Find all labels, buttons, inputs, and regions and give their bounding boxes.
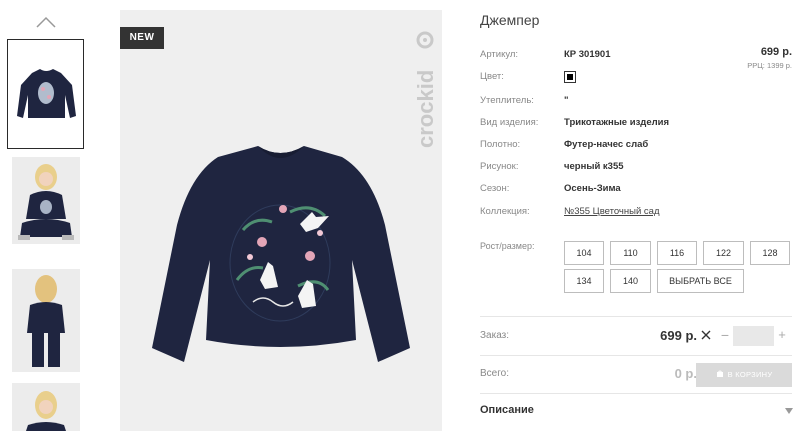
thumbnail-gallery (0, 0, 96, 431)
quantity-increase-button[interactable]: + (776, 327, 788, 342)
divider (480, 393, 792, 394)
product-info: Джемпер 699 р. РРЦ: 1399 р. Артикул: КР … (480, 0, 800, 431)
chevron-down-icon[interactable] (785, 408, 793, 414)
new-badge: NEW (120, 27, 164, 49)
product-page: NEW crockid Джемпер 699 р. РРЦ: 1399 р. … (0, 0, 800, 431)
attribute-label: Цвет: (480, 71, 504, 82)
attribute-label: Сезон: (480, 183, 510, 194)
collection-link[interactable]: №355 Цветочный сад (564, 206, 659, 217)
size-option-140[interactable]: 140 (610, 269, 651, 293)
add-to-cart-label: В КОРЗИНУ (727, 370, 773, 379)
thumbnail-model-side[interactable] (12, 383, 80, 431)
attribute-label: Коллекция: (480, 206, 530, 217)
total-label: Всего: (480, 368, 509, 379)
order-price: 699 р. (660, 328, 697, 343)
thumbnail-model-back[interactable] (12, 269, 80, 372)
attribute-season: Сезон: Осень-Зима (480, 183, 792, 199)
size-option-134[interactable]: 134 (564, 269, 604, 293)
total-price: 0 р. (674, 366, 697, 381)
attribute-value: КР 301901 (564, 49, 611, 60)
attribute-label: Артикул: (480, 49, 519, 60)
attribute-product-type: Вид изделия: Трикотажные изделия (480, 117, 792, 133)
attribute-value: " (564, 95, 569, 106)
quantity-input[interactable] (733, 326, 774, 346)
size-option-122[interactable]: 122 (703, 241, 744, 265)
sizes-label: Рост/размер: (480, 241, 535, 251)
cart-icon (716, 370, 723, 377)
chevron-up-icon[interactable] (34, 14, 58, 30)
order-label: Заказ: (480, 330, 510, 341)
attribute-color: Цвет: (480, 71, 792, 87)
thumbnail-model-front[interactable] (12, 157, 80, 244)
divider (480, 316, 792, 317)
add-to-cart-button[interactable]: В КОРЗИНУ (696, 363, 792, 387)
attribute-collection: Коллекция: №355 Цветочный сад (480, 206, 792, 222)
thumbnail-sweatshirt[interactable] (7, 39, 84, 149)
quantity-decrease-button[interactable]: − (719, 327, 731, 343)
attribute-value: Трикотажные изделия (564, 117, 670, 128)
attribute-article: Артикул: КР 301901 (480, 49, 792, 65)
color-swatch-fill (567, 74, 573, 80)
attribute-label: Утеплитель: (480, 95, 534, 106)
attribute-label: Полотно: (480, 139, 521, 150)
page-title: Джемпер (480, 12, 540, 28)
sweatshirt-illustration (152, 146, 410, 362)
size-option-128[interactable]: 128 (750, 241, 790, 265)
main-product-image: NEW crockid (120, 10, 442, 431)
attribute-label: Рисунок: (480, 161, 519, 172)
brand-logo-text: crockid (413, 70, 438, 148)
attribute-value: Футер-начес слаб (564, 139, 649, 150)
color-swatch[interactable] (564, 71, 576, 83)
select-all-sizes-button[interactable]: ВЫБРАТЬ ВСЕ (657, 269, 744, 293)
attribute-fabric: Полотно: Футер-начес слаб (480, 139, 792, 155)
attribute-value: черный к355 (564, 161, 624, 172)
attribute-insulation: Утеплитель: " (480, 95, 792, 111)
brand-logo: crockid (413, 31, 438, 148)
attribute-value: Осень-Зима (564, 183, 621, 194)
attribute-print: Рисунок: черный к355 (480, 161, 792, 177)
description-toggle[interactable]: Описание (480, 404, 534, 416)
size-option-116[interactable]: 116 (657, 241, 697, 265)
size-option-104[interactable]: 104 (564, 241, 604, 265)
attribute-label: Вид изделия: (480, 117, 539, 128)
divider (480, 355, 792, 356)
close-icon[interactable] (701, 330, 711, 340)
size-option-110[interactable]: 110 (610, 241, 651, 265)
